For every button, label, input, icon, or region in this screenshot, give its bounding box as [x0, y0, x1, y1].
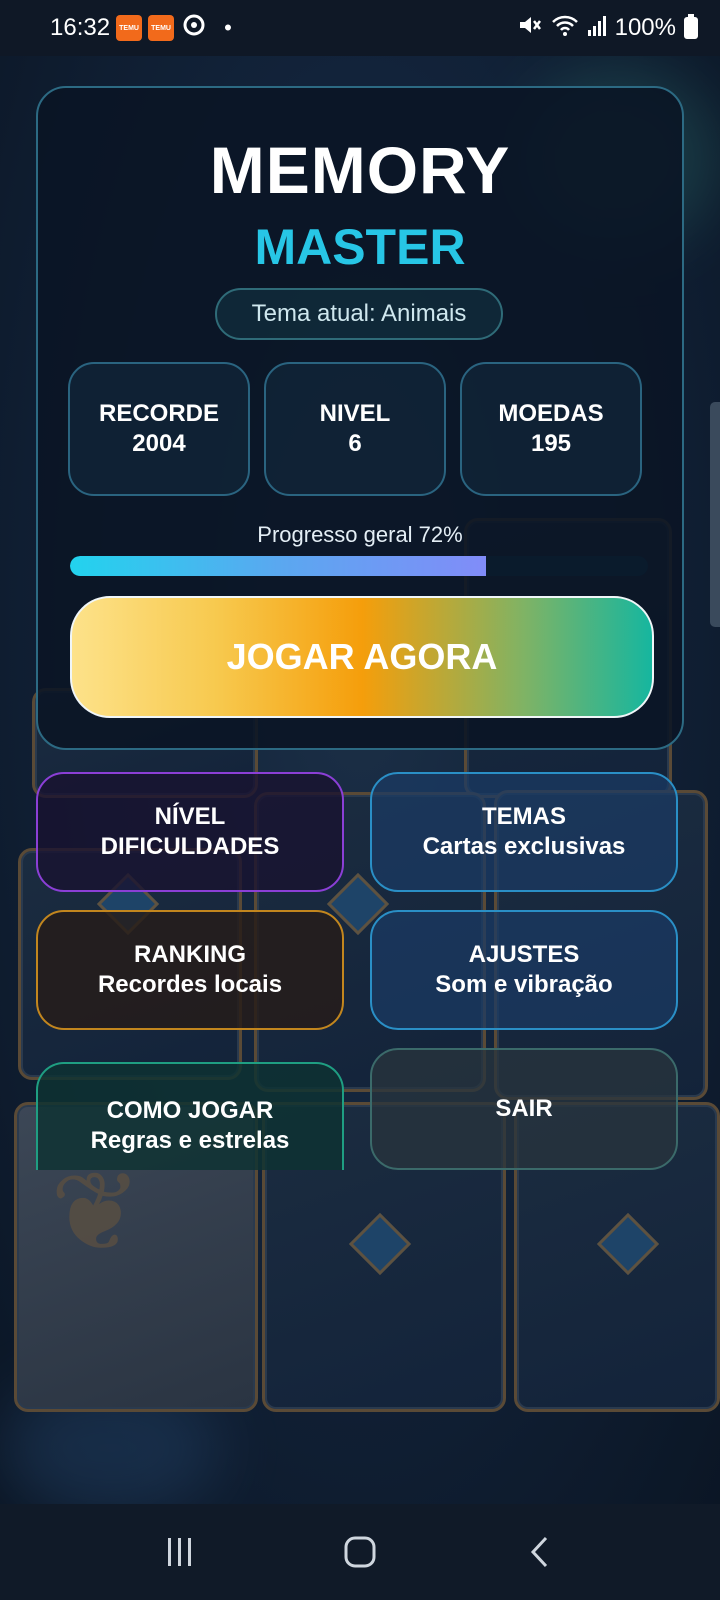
- stat-record: RECORDE 2004: [68, 362, 250, 496]
- stat-value: 2004: [132, 430, 186, 457]
- menu-title: COMO JOGAR: [106, 1097, 274, 1124]
- game-subtitle: MASTER: [254, 219, 466, 275]
- stat-level: NIVEL 6: [264, 362, 446, 496]
- menu-subtitle: Som e vibração: [435, 971, 613, 998]
- status-icons: 100%: [517, 13, 698, 44]
- current-theme-badge: Tema atual: Animais: [215, 288, 503, 340]
- wifi-icon: [551, 13, 579, 44]
- menu-title: RANKING: [134, 941, 246, 968]
- status-time: 16:32: [50, 14, 111, 41]
- play-now-button[interactable]: JOGAR AGORA: [70, 596, 654, 718]
- ranking-button[interactable]: RANKING Recordes locais: [36, 910, 344, 1030]
- recents-icon[interactable]: [150, 1522, 210, 1582]
- stat-label: MOEDAS: [498, 400, 604, 427]
- stat-value: 195: [530, 430, 572, 457]
- settings-button[interactable]: AJUSTES Som e vibração: [370, 910, 678, 1030]
- how-to-play-button[interactable]: COMO JOGAR Regras e estrelas: [36, 1062, 344, 1170]
- stat-label: RECORDE: [98, 400, 219, 427]
- menu-title: NÍVEL: [154, 803, 226, 830]
- menu-subtitle: Recordes locais: [97, 971, 283, 998]
- scroll-indicator[interactable]: [710, 402, 720, 627]
- menu-title: SAIR: [495, 1095, 553, 1122]
- progress-fill: [70, 556, 487, 576]
- dot-icon: •: [224, 15, 232, 40]
- progress-bar: [70, 556, 648, 576]
- main-panel: MEMORY MASTER Tema atual: Animais RECORD…: [36, 86, 684, 750]
- game-title: MEMORY: [209, 133, 511, 207]
- navigation-bar: [0, 1504, 720, 1600]
- battery-icon: [684, 14, 698, 39]
- menu-subtitle: Cartas exclusivas: [422, 833, 626, 860]
- home-icon[interactable]: [330, 1522, 390, 1582]
- stat-coins: MOEDAS 195: [460, 362, 642, 496]
- menu-title: TEMAS: [482, 803, 566, 830]
- exit-button[interactable]: SAIR: [370, 1048, 678, 1170]
- themes-button[interactable]: TEMAS Cartas exclusivas: [370, 772, 678, 892]
- stat-value: 6: [348, 430, 362, 457]
- status-bar: 16:32 TEMU TEMU • 100%: [0, 0, 720, 56]
- temu-icon: TEMU: [116, 15, 143, 41]
- stat-label: NIVEL: [319, 400, 391, 427]
- mute-icon: [517, 13, 543, 44]
- menu-subtitle: DIFICULDADES: [100, 833, 280, 860]
- signal-icon: [587, 14, 607, 43]
- battery-percent: 100%: [614, 14, 676, 41]
- sync-icon: [182, 13, 206, 44]
- back-icon[interactable]: [510, 1522, 570, 1582]
- difficulty-button[interactable]: NÍVEL DIFICULDADES: [36, 772, 344, 892]
- progress-label: Progresso geral 72%: [257, 522, 463, 547]
- menu-title: AJUSTES: [468, 941, 580, 968]
- menu-subtitle: Regras e estrelas: [90, 1127, 290, 1154]
- temu-icon: TEMU: [148, 15, 175, 41]
